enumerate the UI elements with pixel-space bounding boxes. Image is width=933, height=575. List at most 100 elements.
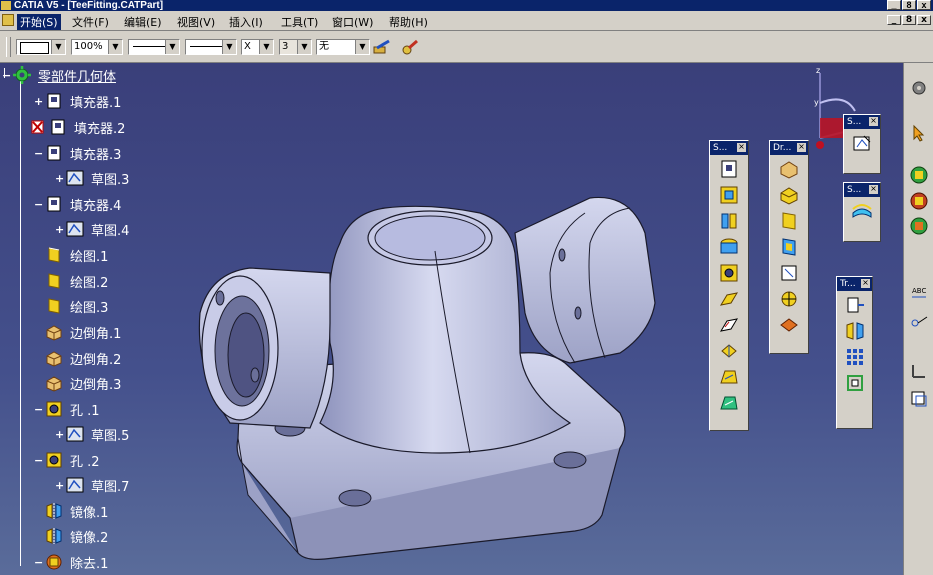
close-icon[interactable]: × bbox=[797, 143, 806, 152]
tree-item[interactable]: 绘图.1 bbox=[44, 244, 108, 266]
doc-minimize-button[interactable]: _ bbox=[887, 15, 901, 25]
painter-icon[interactable] bbox=[373, 39, 391, 55]
collapse-icon[interactable]: − bbox=[34, 199, 43, 210]
toolbar-title[interactable]: S... × bbox=[844, 115, 880, 129]
sketch-based-features-toolbar[interactable]: S... × bbox=[709, 140, 749, 431]
toolbar-title[interactable]: Tr... × bbox=[837, 277, 872, 291]
collapse-icon[interactable]: − bbox=[34, 455, 43, 466]
scale-icon[interactable] bbox=[843, 371, 867, 395]
loft-icon[interactable] bbox=[717, 365, 741, 389]
tree-item[interactable]: + 草图.3 bbox=[55, 167, 129, 189]
render-style-combo[interactable]: 无 ▼ bbox=[316, 39, 370, 55]
axis-system-icon[interactable] bbox=[909, 361, 929, 381]
toolbar-grip[interactable] bbox=[6, 37, 11, 57]
menu-insert[interactable]: 插入(I) bbox=[229, 14, 263, 30]
select-arrow-icon[interactable] bbox=[909, 123, 929, 143]
measure-icon[interactable] bbox=[909, 311, 929, 331]
tree-item[interactable]: − 孔 .2 bbox=[34, 449, 100, 471]
menu-edit[interactable]: 编辑(E) bbox=[124, 14, 162, 30]
tree-item[interactable]: + 填充器.1 bbox=[34, 90, 121, 112]
pocket-icon[interactable] bbox=[717, 183, 741, 207]
fill-color-combo[interactable]: ▼ bbox=[16, 39, 66, 55]
format-painter-icon[interactable] bbox=[401, 39, 419, 55]
slot-icon[interactable] bbox=[717, 313, 741, 337]
plane-icon[interactable] bbox=[909, 388, 929, 408]
boolean-icon[interactable] bbox=[909, 216, 929, 236]
expand-icon[interactable]: + bbox=[55, 173, 64, 184]
toolbar-title[interactable]: Dr... × bbox=[770, 141, 808, 155]
shaft-icon[interactable] bbox=[717, 209, 741, 233]
minimize-button[interactable]: _ bbox=[887, 0, 901, 10]
surface-icon[interactable] bbox=[850, 199, 874, 223]
tree-item[interactable]: 绘图.2 bbox=[44, 270, 108, 292]
pad-icon[interactable] bbox=[717, 157, 741, 181]
expand-icon[interactable]: + bbox=[34, 96, 43, 107]
gear-icon[interactable] bbox=[909, 78, 929, 98]
shell-icon[interactable] bbox=[777, 235, 801, 259]
expand-icon[interactable]: + bbox=[55, 429, 64, 440]
sketch-icon[interactable] bbox=[850, 131, 874, 155]
line-weight-combo[interactable]: ▼ bbox=[128, 39, 180, 55]
close-icon[interactable]: × bbox=[869, 117, 878, 126]
tree-item[interactable]: − 除去.1 bbox=[34, 551, 108, 573]
layer-combo[interactable]: 3 ▼ bbox=[279, 39, 312, 55]
collapse-icon[interactable]: − bbox=[34, 404, 43, 415]
removed-loft-icon[interactable] bbox=[717, 391, 741, 415]
maximize-button[interactable]: 8 bbox=[902, 0, 916, 10]
tree-item[interactable]: + 草图.7 bbox=[55, 474, 129, 496]
close-icon[interactable]: × bbox=[737, 143, 746, 152]
translate-icon[interactable] bbox=[843, 293, 867, 317]
tree-item[interactable]: 镜像.1 bbox=[44, 500, 108, 522]
tree-item[interactable]: 边倒角.1 bbox=[44, 321, 121, 343]
groove-icon[interactable] bbox=[717, 235, 741, 259]
draft-icon[interactable] bbox=[777, 209, 801, 233]
surface-based-features-toolbar[interactable]: S... × bbox=[843, 182, 881, 242]
collapse-icon[interactable]: − bbox=[2, 70, 11, 81]
expand-icon[interactable]: + bbox=[55, 480, 64, 491]
doc-close-button[interactable]: x bbox=[917, 15, 931, 25]
stiffener-icon[interactable] bbox=[717, 339, 741, 363]
expand-icon[interactable]: + bbox=[55, 224, 64, 235]
assembly-icon[interactable] bbox=[909, 191, 929, 211]
point-symbol-combo[interactable]: X ▼ bbox=[241, 39, 274, 55]
tree-item[interactable]: − 孔 .1 bbox=[34, 398, 100, 420]
close-button[interactable]: x bbox=[917, 0, 931, 10]
toolbar-title[interactable]: S... × bbox=[844, 183, 880, 197]
menu-file[interactable]: 文件(F) bbox=[72, 14, 109, 30]
remove-face-icon[interactable] bbox=[777, 313, 801, 337]
tree-item[interactable]: 镜像.2 bbox=[44, 525, 108, 547]
3d-viewport[interactable]: − 零部件几何体 + 填充器.1 填充器.2 − 填充器.3 + 草图.3 − … bbox=[0, 63, 903, 575]
collapse-icon[interactable]: − bbox=[34, 148, 43, 159]
tree-item[interactable]: + 草图.4 bbox=[55, 218, 129, 240]
menu-start[interactable]: 开始(S) bbox=[17, 14, 61, 30]
menu-tools[interactable]: 工具(T) bbox=[281, 14, 318, 30]
menu-window[interactable]: 窗口(W) bbox=[332, 14, 373, 30]
annotation-icon[interactable]: ABC bbox=[909, 283, 929, 303]
tree-item[interactable]: − 填充器.4 bbox=[34, 193, 121, 215]
menu-view[interactable]: 视图(V) bbox=[177, 14, 215, 30]
transparency-combo[interactable]: 100% ▼ bbox=[71, 39, 123, 55]
chamfer-icon[interactable] bbox=[777, 183, 801, 207]
transformation-features-toolbar[interactable]: Tr... × bbox=[836, 276, 873, 429]
thickness-icon[interactable] bbox=[777, 261, 801, 285]
tree-item[interactable]: 边倒角.3 bbox=[44, 372, 121, 394]
tree-item[interactable]: 绘图.3 bbox=[44, 295, 108, 317]
collapse-icon[interactable]: − bbox=[34, 557, 43, 568]
close-icon[interactable]: × bbox=[869, 185, 878, 194]
tree-item[interactable]: − 填充器.3 bbox=[34, 142, 121, 164]
rib-icon[interactable] bbox=[717, 287, 741, 311]
hole-icon[interactable] bbox=[717, 261, 741, 285]
pattern-icon[interactable] bbox=[843, 345, 867, 369]
thread-icon[interactable] bbox=[777, 287, 801, 311]
menu-help[interactable]: 帮助(H) bbox=[389, 14, 428, 30]
tee-fitting-part[interactable] bbox=[190, 123, 660, 563]
close-icon[interactable]: × bbox=[861, 279, 870, 288]
toolbar-title[interactable]: S... × bbox=[710, 141, 748, 155]
part-design-icon[interactable] bbox=[909, 165, 929, 185]
tree-item[interactable]: 边倒角.2 bbox=[44, 347, 121, 369]
fillet-icon[interactable] bbox=[777, 157, 801, 181]
dress-up-features-toolbar[interactable]: Dr... × bbox=[769, 140, 809, 354]
mirror-icon[interactable] bbox=[843, 319, 867, 343]
tree-item[interactable]: + 草图.5 bbox=[55, 423, 129, 445]
tree-item[interactable]: 填充器.2 bbox=[30, 116, 125, 138]
